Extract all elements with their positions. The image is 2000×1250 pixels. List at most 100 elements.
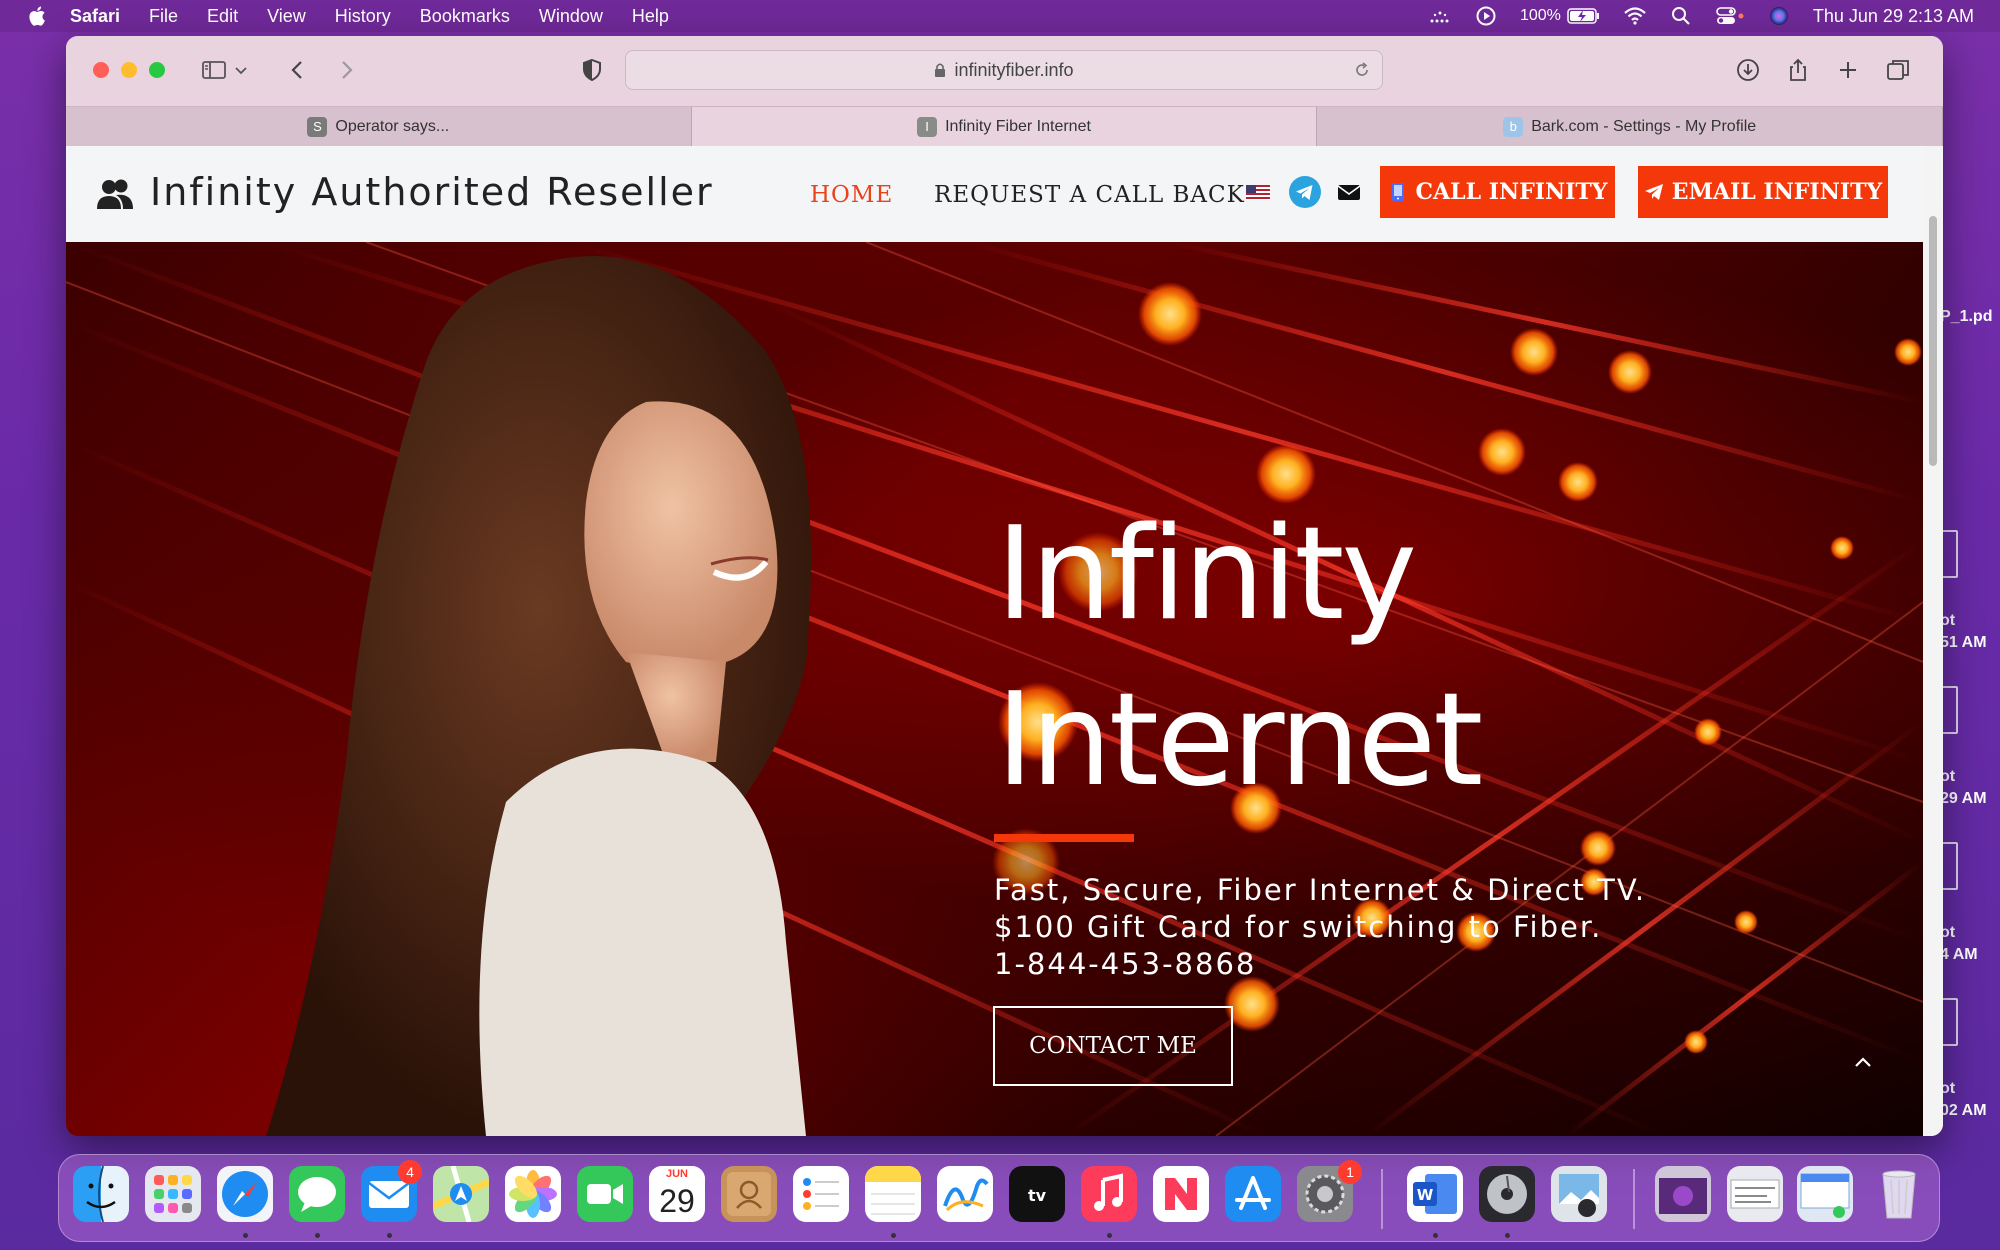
safari-window: infinityfiber.info S Operator says... I … <box>66 36 1943 1136</box>
users-icon <box>97 179 133 209</box>
wifi-icon[interactable] <box>1623 5 1647 27</box>
telegram-icon[interactable] <box>1288 175 1322 209</box>
calendar-day: 29 <box>659 1183 695 1219</box>
dock-separator <box>1633 1169 1635 1229</box>
scrollbar-thumb[interactable] <box>1929 216 1937 466</box>
now-playing-icon[interactable] <box>1474 5 1498 27</box>
freeform-icon[interactable] <box>937 1166 993 1222</box>
reload-icon[interactable] <box>1352 60 1372 80</box>
share-icon[interactable] <box>1784 56 1812 84</box>
messages-icon[interactable] <box>289 1166 345 1222</box>
tab-operator[interactable]: S Operator says... <box>66 107 692 146</box>
minimize-window-button[interactable] <box>121 62 137 78</box>
microsoft-word-icon[interactable]: W <box>1407 1166 1463 1222</box>
address-bar[interactable]: infinityfiber.info <box>625 50 1383 90</box>
maps-icon[interactable] <box>433 1166 489 1222</box>
calendar-month: JUN <box>649 1166 705 1182</box>
call-infinity-button[interactable]: CALL INFINITY <box>1380 166 1615 218</box>
dock-separator <box>1381 1169 1383 1229</box>
contact-me-button[interactable]: CONTACT ME <box>993 1006 1233 1086</box>
photos-icon[interactable] <box>505 1166 561 1222</box>
preview-icon[interactable] <box>1551 1166 1607 1222</box>
running-indicator <box>1433 1233 1438 1238</box>
paper-plane-icon <box>1644 184 1663 200</box>
hero-subtitle-line: $100 Gift Card for switching to Fiber. <box>994 910 1603 944</box>
disk-utility-icon[interactable] <box>1479 1166 1535 1222</box>
safari-icon[interactable] <box>217 1166 273 1222</box>
sidebar-toggle-icon[interactable] <box>200 56 228 84</box>
hero-background-image <box>66 242 1923 1136</box>
running-indicator <box>1107 1233 1112 1238</box>
menu-bookmarks[interactable]: Bookmarks <box>420 6 510 27</box>
zoom-window-button[interactable] <box>149 62 165 78</box>
battery-charging-icon[interactable] <box>1567 5 1601 27</box>
scroll-to-top-icon[interactable] <box>1848 1047 1878 1077</box>
weather-dots-icon[interactable] <box>1428 5 1452 27</box>
menu-app-name[interactable]: Safari <box>70 6 120 27</box>
downloads-stack-icon[interactable] <box>1655 1166 1711 1222</box>
settings-update-badge: 1 <box>1338 1160 1362 1184</box>
back-icon[interactable] <box>284 56 312 84</box>
hero-title-line-2: Internet <box>996 666 1483 815</box>
tab-favicon: I <box>917 116 938 137</box>
tab-favicon: b <box>1503 116 1524 137</box>
control-center-icon[interactable] <box>1715 5 1745 27</box>
nav-request-call-back[interactable]: REQUEST A CALL BACK <box>934 182 1245 208</box>
envelope-icon[interactable] <box>1336 179 1362 205</box>
menu-window[interactable]: Window <box>539 6 603 27</box>
menu-view[interactable]: View <box>267 6 306 27</box>
menu-edit[interactable]: Edit <box>207 6 238 27</box>
svg-text:tv: tv <box>1028 1186 1047 1205</box>
desktop-file-label: P_1.pd <box>1940 308 1993 325</box>
mail-unread-badge: 4 <box>398 1160 422 1184</box>
contacts-icon[interactable] <box>721 1166 777 1222</box>
running-indicator <box>315 1233 320 1238</box>
tab-overview-icon[interactable] <box>1884 56 1912 84</box>
dock: JUN 29 tv W <box>58 1154 1940 1242</box>
spotlight-search-icon[interactable] <box>1669 5 1693 27</box>
trash-icon[interactable] <box>1871 1166 1927 1222</box>
new-tab-icon[interactable] <box>1834 56 1862 84</box>
running-indicator <box>387 1233 392 1238</box>
siri-icon[interactable] <box>1767 5 1791 27</box>
app-store-icon[interactable] <box>1225 1166 1281 1222</box>
tab-bar: S Operator says... I Infinity Fiber Inte… <box>66 106 1943 146</box>
hero-phone-number[interactable]: 1-844-453-8868 <box>994 946 1646 983</box>
downloads-icon[interactable] <box>1734 56 1762 84</box>
tab-bark[interactable]: b Bark.com - Settings - My Profile <box>1317 107 1943 146</box>
calendar-icon[interactable]: JUN 29 <box>649 1166 705 1222</box>
site-title[interactable]: Infinity Authorited Reseller <box>150 170 714 214</box>
documents-stack-icon[interactable] <box>1797 1166 1853 1222</box>
desktop-file-label: 02 AM <box>1940 1102 1987 1119</box>
desktop-file-label: 4 AM <box>1940 946 1978 963</box>
browser-toolbar: infinityfiber.info <box>66 36 1943 106</box>
apple-tv-icon[interactable]: tv <box>1009 1166 1065 1222</box>
apple-menu-icon[interactable] <box>26 4 50 28</box>
chevron-down-icon[interactable] <box>232 56 250 84</box>
news-icon[interactable] <box>1153 1166 1209 1222</box>
screenshot-stack-icon[interactable] <box>1727 1166 1783 1222</box>
call-infinity-label: CALL INFINITY <box>1415 179 1608 205</box>
nav-home[interactable]: HOME <box>810 182 893 208</box>
tab-infinity-fiber[interactable]: I Infinity Fiber Internet <box>691 107 1318 146</box>
email-infinity-button[interactable]: EMAIL INFINITY <box>1638 166 1888 218</box>
hero-section: Infinity Internet Fast, Secure, Fiber In… <box>66 242 1923 1136</box>
privacy-shield-icon[interactable] <box>578 56 606 84</box>
us-flag-icon[interactable] <box>1246 179 1270 205</box>
menu-clock[interactable]: Thu Jun 29 2:13 AM <box>1813 6 1974 27</box>
close-window-button[interactable] <box>93 62 109 78</box>
finder-icon[interactable] <box>73 1166 129 1222</box>
web-content: Infinity Authorited Reseller HOME REQUES… <box>66 146 1923 1136</box>
notes-icon[interactable] <box>865 1166 921 1222</box>
music-icon[interactable] <box>1081 1166 1137 1222</box>
svg-text:W: W <box>1417 1186 1434 1204</box>
reminders-icon[interactable] <box>793 1166 849 1222</box>
tab-label: Operator says... <box>335 117 450 135</box>
launchpad-icon[interactable] <box>145 1166 201 1222</box>
forward-icon[interactable] <box>332 56 360 84</box>
menu-history[interactable]: History <box>335 6 391 27</box>
menu-file[interactable]: File <box>149 6 178 27</box>
page-scrollbar[interactable] <box>1923 146 1943 1136</box>
facetime-icon[interactable] <box>577 1166 633 1222</box>
menu-help[interactable]: Help <box>632 6 669 27</box>
